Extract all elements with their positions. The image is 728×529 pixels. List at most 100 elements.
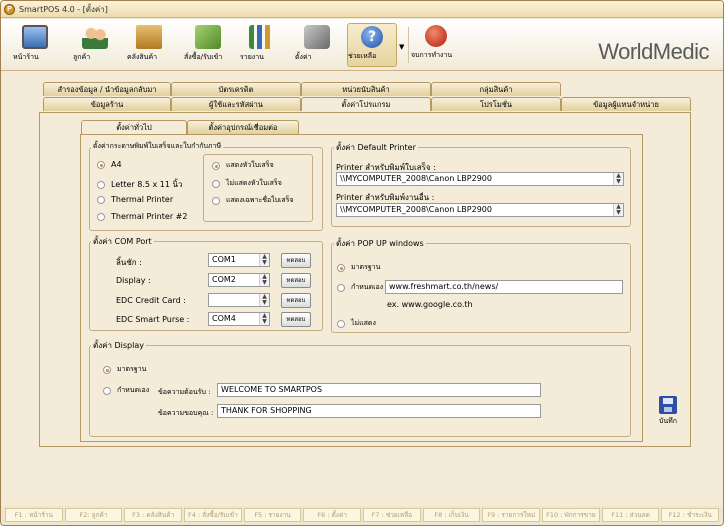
- toolbar-storefront-button[interactable]: หน้าร้าน: [13, 23, 57, 67]
- popup-custom-radio[interactable]: กำหนดเอง: [337, 282, 383, 293]
- chevron-updown-icon: ▲ ▼: [259, 274, 269, 286]
- toolbar-exit-button[interactable]: จบการทำงาน: [411, 23, 461, 67]
- toolbar-inventory-button[interactable]: คลังสินค้า: [127, 23, 171, 67]
- tab-shop-info[interactable]: ข้อมูลร้าน: [43, 97, 171, 111]
- window-title: SmartPOS 4.0 - [ตั้งค่า]: [19, 4, 108, 14]
- main-toolbar: หน้าร้าน ลูกค้า คลังสินค้า สั่งซื้อ/รับเ…: [1, 19, 723, 71]
- paper-letter-radio[interactable]: Letter 8.5 x 11 นิ้ว: [97, 178, 183, 191]
- test-edc-credit-button[interactable]: ทดสอบ: [281, 293, 311, 308]
- chevron-updown-icon: ▲ ▼: [259, 254, 269, 266]
- chevron-updown-icon: ▲ ▼: [613, 204, 623, 216]
- paper-group-title: ตั้งค่ากระดาษพิมพ์ใบเสร็จและใบกำกับภาษี: [91, 141, 224, 152]
- tab-product-groups[interactable]: กลุ่มสินค้า: [431, 82, 561, 96]
- display-custom-radio[interactable]: กำหนดเอง: [103, 385, 149, 396]
- chevron-updown-icon: ▲ ▼: [259, 313, 269, 325]
- toolbar-label: หน้าร้าน: [13, 53, 39, 61]
- fkey-f2[interactable]: F2: ลูกค้า: [64, 508, 123, 522]
- paper-thermal-radio[interactable]: Thermal Printer: [97, 195, 173, 204]
- fkey-f12[interactable]: F12 : ชำระเงิน: [661, 508, 720, 522]
- fkey-f5[interactable]: F5 : รายงาน: [243, 508, 302, 522]
- toolbar-divider: [408, 27, 409, 63]
- edc-credit-label: EDC Credit Card :: [116, 296, 186, 305]
- popup-example-text: ex. www.google.co.th: [387, 300, 473, 309]
- toolbar-settings-button[interactable]: ตั้งค่า: [295, 23, 339, 67]
- title-bar: P SmartPOS 4.0 - [ตั้งค่า]: [1, 1, 723, 18]
- chevron-updown-icon: ▲ ▼: [613, 173, 623, 185]
- toolbar-label: จบการทำงาน: [411, 51, 453, 59]
- tab-device-settings[interactable]: ตั้งค่าอุปกรณ์เชื่อมต่อ: [187, 120, 299, 134]
- monitor-icon: [22, 25, 48, 49]
- app-logo-icon: P: [4, 3, 15, 15]
- fkey-f11[interactable]: F11 : ส่วนลด: [601, 508, 660, 522]
- tab-credit-card[interactable]: บัตรเครดิต: [171, 82, 301, 96]
- tab-distributor[interactable]: ข้อมูลผู้แทนจำหน่าย: [561, 97, 691, 111]
- help-icon: ?: [361, 26, 383, 48]
- display-standard-radio[interactable]: มาตรฐาน: [103, 364, 146, 375]
- popup-standard-radio[interactable]: มาตรฐาน: [337, 262, 380, 273]
- toolbar-label: ช่วยเหลือ: [348, 52, 377, 60]
- save-label: บันทึก: [658, 417, 678, 425]
- header-name-only-radio[interactable]: แสดงเฉพาะชื่อใบเสร็จ: [212, 195, 294, 206]
- exit-icon: [425, 25, 447, 47]
- chevron-down-icon[interactable]: ▼: [399, 43, 404, 51]
- paper-a4-radio[interactable]: A4: [97, 160, 122, 169]
- welcome-message-label: ข้อความต้อนรับ :: [158, 388, 211, 396]
- toolbar-help-button[interactable]: ? ช่วยเหลือ: [347, 23, 397, 67]
- toolbar-label: คลังสินค้า: [127, 53, 158, 61]
- fkey-f4[interactable]: F4 : สั่งซื้อ/รับเข้า: [184, 508, 242, 522]
- tab-units[interactable]: หน่วยนับสินค้า: [301, 82, 431, 96]
- com-group-title: ตั้งค่า COM Port: [91, 235, 154, 248]
- purchase-icon: [195, 25, 221, 49]
- settings-tools-icon: [304, 25, 330, 49]
- edc-smart-purse-label: EDC Smart Purse :: [116, 315, 190, 324]
- tab-backup[interactable]: สำรองข้อมูล / นำข้อมูลกลับมา: [43, 82, 171, 96]
- cash-drawer-com-select[interactable]: COM1 ▲ ▼: [208, 253, 270, 267]
- edc-credit-com-select[interactable]: ▲ ▼: [208, 293, 270, 307]
- fkey-f7[interactable]: F7 : ช่วยเหลือ: [363, 508, 421, 522]
- printer-group-title: ตั้งค่า Default Printer: [334, 141, 418, 154]
- tab-program-settings[interactable]: ตั้งค่าโปรแกรม: [301, 97, 431, 111]
- popup-url-input[interactable]: www.freshmart.co.th/news/: [385, 280, 623, 294]
- chevron-updown-icon: ▲ ▼: [259, 294, 269, 306]
- floppy-disk-icon: [659, 396, 677, 414]
- other-printer-select[interactable]: \\MYCOMPUTER_2008\Canon LBP2900 ▲ ▼: [336, 203, 624, 217]
- brand-logo: WorldMedic: [598, 39, 709, 64]
- cash-drawer-label: ลิ้นชัก :: [116, 258, 142, 267]
- edc-smart-purse-com-select[interactable]: COM4 ▲ ▼: [208, 312, 270, 326]
- toolbar-label: สั่งซื้อ/รับเข้า: [184, 53, 223, 61]
- display-label: Display :: [116, 276, 151, 285]
- paper-thermal2-radio[interactable]: Thermal Printer #2: [97, 212, 187, 221]
- tab-promotion[interactable]: โปรโมชั่น: [431, 97, 561, 111]
- toolbar-customers-button[interactable]: ลูกค้า: [73, 23, 117, 67]
- tab-users[interactable]: ผู้ใช้และรหัสผ่าน: [171, 97, 301, 111]
- fkey-f8[interactable]: F8 : เก็บเงิน: [422, 508, 481, 522]
- save-button[interactable]: บันทึก: [653, 396, 683, 434]
- report-chart-icon: [249, 25, 275, 49]
- display-com-select[interactable]: COM2 ▲ ▼: [208, 273, 270, 287]
- fkey-f1[interactable]: F1 : หน้าร้าน: [5, 508, 63, 522]
- inventory-icon: [136, 25, 162, 49]
- fkey-f9[interactable]: F9 : รายการใหม่: [482, 508, 541, 522]
- toolbar-report-button[interactable]: รายงาน: [240, 23, 284, 67]
- receipt-printer-select[interactable]: \\MYCOMPUTER_2008\Canon LBP2900 ▲ ▼: [336, 172, 624, 186]
- hide-header-radio[interactable]: ไม่แสดงหัวใบเสร็จ: [212, 178, 282, 189]
- toolbar-label: รายงาน: [240, 53, 264, 61]
- tab-general-settings[interactable]: ตั้งค่าทั่วไป: [81, 120, 187, 134]
- function-key-bar: F1 : หน้าร้าน F2: ลูกค้า F3 : คลังสินค้า…: [1, 506, 723, 525]
- toolbar-purchase-button[interactable]: สั่งซื้อ/รับเข้า: [184, 23, 232, 67]
- test-cash-drawer-button[interactable]: ทดสอบ: [281, 253, 311, 268]
- test-display-button[interactable]: ทดสอบ: [281, 273, 311, 288]
- toolbar-label: ตั้งค่า: [295, 53, 312, 61]
- welcome-message-input[interactable]: WELCOME TO SMARTPOS: [217, 383, 541, 397]
- fkey-f10[interactable]: F10 : พักการขาย: [542, 508, 600, 522]
- toolbar-label: ลูกค้า: [73, 53, 91, 61]
- display-group-title: ตั้งค่า Display: [91, 339, 146, 352]
- app-window: P SmartPOS 4.0 - [ตั้งค่า] หน้าร้าน ลูกค…: [0, 0, 724, 526]
- show-header-radio[interactable]: แสดงหัวใบเสร็จ: [212, 160, 274, 171]
- fkey-f3[interactable]: F3 : คลังสินค้า: [124, 508, 183, 522]
- thanks-message-input[interactable]: THANK FOR SHOPPING: [217, 404, 541, 418]
- thanks-message-label: ข้อความขอบคุณ :: [158, 409, 214, 417]
- popup-none-radio[interactable]: ไม่แสดง: [337, 318, 376, 329]
- fkey-f6[interactable]: F6 : ตั้งค่า: [303, 508, 362, 522]
- test-edc-smart-purse-button[interactable]: ทดสอบ: [281, 312, 311, 327]
